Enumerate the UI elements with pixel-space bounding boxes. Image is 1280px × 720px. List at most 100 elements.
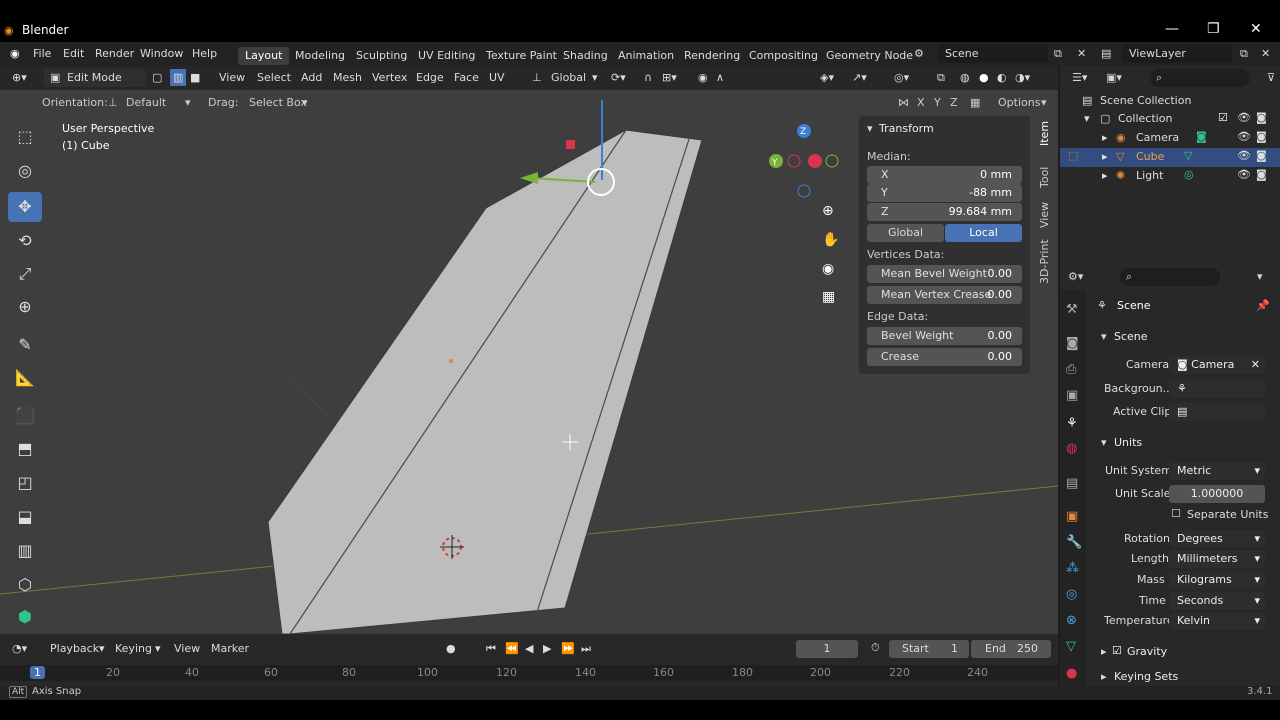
proportional-edit-icon[interactable]: ◉ xyxy=(698,71,708,84)
material-shading-icon[interactable]: ◐ xyxy=(997,71,1007,84)
tab-sculpting[interactable]: Sculpting xyxy=(349,47,414,65)
delete-viewlayer-icon[interactable]: ✕ xyxy=(1261,47,1270,60)
clear-icon[interactable]: ✕ xyxy=(1251,358,1260,371)
vertex-select-icon[interactable]: ▢ xyxy=(152,71,162,84)
rotation-select[interactable]: Degrees ▾ xyxy=(1169,530,1265,548)
outliner-search-input[interactable]: ⌕ xyxy=(1150,69,1250,87)
edit-mode-icon[interactable]: ⬚ xyxy=(1068,149,1078,162)
mass-select[interactable]: Kilograms ▾ xyxy=(1169,571,1265,589)
new-scene-icon[interactable]: ⧉ xyxy=(1054,47,1062,61)
frame-ruler[interactable]: 1 20 40 60 80 100 120 140 160 180 200 22… xyxy=(0,665,1058,681)
chevron-down-icon[interactable]: ▾ xyxy=(1084,112,1090,125)
menu-render[interactable]: Render xyxy=(95,47,134,60)
bevel-weight-field[interactable]: Bevel Weight 0.00 xyxy=(867,327,1022,345)
tab-view[interactable]: View xyxy=(1038,202,1051,228)
add-cube-tool-icon[interactable]: ⬛ xyxy=(8,401,42,431)
outliner-item-cube[interactable]: ⬚ ▸ ▽ Cube ▽ 👁 ◙ xyxy=(1060,148,1280,167)
outliner-item-light[interactable]: ▸ ✺ Light ◎ 👁 ◙ xyxy=(1060,167,1280,186)
options-dropdown[interactable]: Options xyxy=(998,96,1040,109)
chevron-right-icon[interactable]: ▸ xyxy=(1101,645,1107,658)
measure-tool-icon[interactable]: 📐 xyxy=(8,363,42,393)
menu-timeline-view[interactable]: View xyxy=(174,642,200,655)
physics-properties-icon[interactable]: ◎ xyxy=(1066,587,1077,602)
cube-mesh[interactable] xyxy=(267,129,703,634)
data-properties-icon[interactable]: ▽ xyxy=(1066,639,1076,654)
xray-toggle-icon[interactable]: ⧉ xyxy=(937,71,945,85)
new-viewlayer-icon[interactable]: ⧉ xyxy=(1240,47,1248,61)
transform-orientation-select[interactable]: Global xyxy=(551,71,586,84)
camera-data-icon[interactable]: ◙ xyxy=(1196,130,1207,143)
keying-sets-panel-header[interactable]: Keying Sets xyxy=(1114,670,1178,683)
scene-panel-header[interactable]: Scene xyxy=(1114,330,1148,343)
extrude-tool-icon[interactable]: ⬒ xyxy=(8,434,42,464)
gravity-checkbox[interactable]: ☑ xyxy=(1112,644,1122,657)
time-select[interactable]: Seconds ▾ xyxy=(1169,592,1265,610)
tab-shading[interactable]: Shading xyxy=(556,47,615,65)
mirror-x-toggle[interactable]: X xyxy=(917,96,925,109)
menu-add[interactable]: Add xyxy=(301,71,322,84)
menu-view[interactable]: View xyxy=(219,71,245,84)
separate-units-checkbox[interactable]: ☐ xyxy=(1171,507,1181,520)
eye-icon[interactable]: 👁 xyxy=(1237,130,1251,143)
bevel-tool-icon[interactable]: ⬓ xyxy=(8,502,42,532)
rendered-shading-icon[interactable]: ◑▾ xyxy=(1015,71,1030,84)
tool-properties-icon[interactable]: ⚒ xyxy=(1066,302,1078,317)
chevron-right-icon[interactable]: ▸ xyxy=(1101,670,1107,683)
chevron-down-icon[interactable]: ▾ xyxy=(867,122,873,135)
menu-edit[interactable]: Edit xyxy=(63,47,84,60)
tab-item[interactable]: Item xyxy=(1038,121,1051,146)
scene-properties-icon[interactable]: ⚘ xyxy=(1066,416,1078,431)
move-tool-icon[interactable]: ✥ xyxy=(8,192,42,222)
menu-window[interactable]: Window xyxy=(140,47,183,60)
stopwatch-icon[interactable]: ⏱ xyxy=(871,641,880,655)
world-properties-icon[interactable]: ◍ xyxy=(1066,441,1077,456)
active-clip-field[interactable]: ▤ xyxy=(1169,403,1265,421)
tab-animation[interactable]: Animation xyxy=(611,47,681,65)
unit-scale-field[interactable]: 1.000000 xyxy=(1169,485,1265,503)
play-reverse-icon[interactable]: ◀ xyxy=(525,642,533,655)
length-select[interactable]: Millimeters ▾ xyxy=(1169,550,1265,568)
annotate-tool-icon[interactable]: ✎ xyxy=(8,330,42,360)
jump-keyframe-forward-icon[interactable]: ⏩ xyxy=(561,642,575,655)
snap-target-icon[interactable]: ⊞▾ xyxy=(662,71,677,84)
poly-build-tool-icon[interactable]: ⬢ xyxy=(8,602,42,632)
particles-properties-icon[interactable]: ⁂ xyxy=(1066,561,1079,576)
move-gizmo-y-arrow[interactable] xyxy=(520,172,538,184)
chevron-down-icon[interactable]: ▾ xyxy=(1257,270,1263,283)
pivot-icon[interactable]: ⟳▾ xyxy=(611,71,626,84)
outliner-scene-collection[interactable]: ▤ Scene Collection xyxy=(1060,92,1280,111)
menu-vertex[interactable]: Vertex xyxy=(372,71,407,84)
zoom-icon[interactable]: ⊕ xyxy=(822,203,834,219)
eye-icon[interactable]: 👁 xyxy=(1237,149,1251,162)
select-box-tool-icon[interactable]: ⬚ xyxy=(8,122,42,152)
editor-type-icon[interactable]: ⊕▾ xyxy=(12,71,27,84)
grid-ortho-icon[interactable]: ▦ xyxy=(822,289,835,305)
chevron-down-icon[interactable]: ▾ xyxy=(1101,436,1107,449)
temperature-select[interactable]: Kelvin ▾ xyxy=(1169,612,1265,630)
camera-view-icon[interactable]: ◉ xyxy=(822,261,834,277)
constraints-properties-icon[interactable]: ⊗ xyxy=(1066,613,1077,628)
face-select-icon[interactable]: ■ xyxy=(190,71,200,84)
mirror-y-toggle[interactable]: Y xyxy=(934,96,941,109)
loop-cut-tool-icon[interactable]: ▥ xyxy=(8,536,42,566)
jump-end-icon[interactable]: ⏭ xyxy=(581,642,591,656)
tab-3d-print[interactable]: 3D-Print xyxy=(1038,239,1051,284)
transform-tool-icon[interactable]: ⊕ xyxy=(8,292,42,322)
current-frame-field[interactable]: 1 xyxy=(796,640,858,658)
tab-geometry-nodes[interactable]: Geometry Node xyxy=(819,47,920,65)
menu-select[interactable]: Select xyxy=(257,71,291,84)
median-z-field[interactable]: Z 99.684 mm xyxy=(867,203,1022,221)
wireframe-shading-icon[interactable]: ◍ xyxy=(960,71,970,84)
cursor-tool-icon[interactable]: ◎ xyxy=(8,156,42,186)
menu-marker[interactable]: Marker xyxy=(211,642,249,655)
modifier-properties-icon[interactable]: 🔧 xyxy=(1066,535,1082,550)
local-space-button[interactable]: Local xyxy=(945,224,1022,242)
output-properties-icon[interactable]: ⎙ xyxy=(1066,362,1076,377)
filter-icon[interactable]: ⊽ xyxy=(1267,71,1275,84)
camera-icon[interactable]: ◙ xyxy=(1256,130,1267,143)
scale-tool-icon[interactable]: ⤢ xyxy=(8,259,42,289)
drag-select[interactable]: Select Box xyxy=(249,96,307,109)
falloff-icon[interactable]: ∧ xyxy=(716,71,724,84)
mean-vertex-crease-field[interactable]: Mean Vertex Crease 0.00 xyxy=(867,286,1022,304)
camera-icon[interactable]: ◙ xyxy=(1256,168,1267,181)
